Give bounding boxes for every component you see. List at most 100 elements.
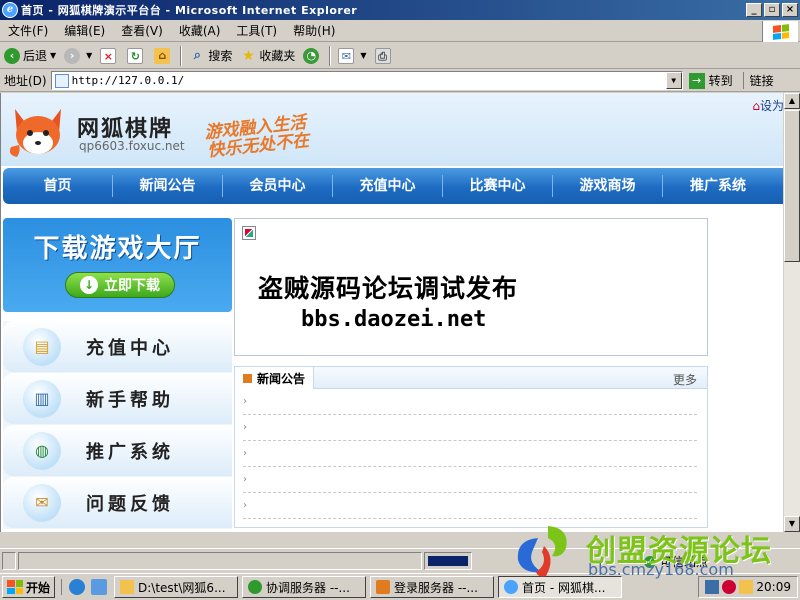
back-button[interactable]: ‹ 后退 ▼ bbox=[0, 45, 60, 67]
search-button[interactable]: ⌕ 搜索 bbox=[185, 45, 236, 67]
home-button[interactable]: ⌂ bbox=[150, 45, 177, 67]
list-item[interactable]: › bbox=[243, 493, 697, 519]
mail-button[interactable]: ✉ ▼ bbox=[334, 45, 370, 67]
site-domain: qp6603.foxuc.net bbox=[79, 139, 185, 153]
refresh-icon: ↻ bbox=[127, 47, 144, 64]
nav-promotion[interactable]: 推广系统 bbox=[663, 175, 773, 197]
check-icon: ✓ bbox=[644, 555, 656, 568]
stop-icon: × bbox=[100, 47, 117, 64]
list-item[interactable]: › bbox=[243, 467, 697, 493]
start-button[interactable]: 开始 bbox=[2, 576, 56, 598]
scroll-thumb[interactable] bbox=[784, 110, 800, 262]
side-item-feedback[interactable]: ✉ 问题反馈 bbox=[3, 477, 232, 528]
menu-view[interactable]: 查看(V) bbox=[113, 22, 171, 39]
progress-cell bbox=[424, 551, 472, 570]
menu-bar: 文件(F) 编辑(E) 查看(V) 收藏(A) 工具(T) 帮助(H) bbox=[0, 20, 800, 42]
download-panel: 下载游戏大厅 ↓ 立即下载 bbox=[3, 218, 232, 312]
mail-dropdown-icon[interactable]: ▼ bbox=[360, 51, 366, 60]
menu-help[interactable]: 帮助(H) bbox=[285, 22, 343, 39]
download-label: 立即下载 bbox=[104, 278, 160, 294]
fox-logo-icon bbox=[9, 109, 61, 157]
news-tab-label: 新闻公告 bbox=[257, 371, 306, 386]
refresh-button[interactable]: ↻ bbox=[123, 45, 150, 67]
list-item[interactable]: › bbox=[243, 415, 697, 441]
forward-dropdown-icon[interactable]: ▼ bbox=[86, 51, 92, 60]
banner: 盗贼源码论坛调试发布 bbs.daozei.net bbox=[234, 218, 708, 356]
show-desktop-icon[interactable] bbox=[91, 579, 108, 595]
favorites-button[interactable]: ★ 收藏夹 bbox=[236, 45, 299, 67]
task-explorer[interactable]: D:\test\网狐6... bbox=[114, 576, 239, 598]
envelope-icon: ✉ bbox=[23, 483, 61, 522]
print-button[interactable]: ⎙ bbox=[371, 45, 398, 67]
download-button[interactable]: ↓ 立即下载 bbox=[65, 272, 175, 298]
status-bar: ✓ 可信站点 bbox=[0, 548, 800, 572]
nav-home[interactable]: 首页 bbox=[3, 175, 113, 197]
quick-launch bbox=[61, 579, 110, 595]
security-icon[interactable] bbox=[722, 580, 737, 594]
mail-icon: ✉ bbox=[338, 47, 355, 64]
nav-recharge[interactable]: 充值中心 bbox=[333, 175, 443, 197]
set-home-link[interactable]: ⌂设为 bbox=[752, 97, 783, 114]
nav-match[interactable]: 比赛中心 bbox=[443, 175, 553, 197]
go-arrow-icon: → bbox=[688, 72, 705, 89]
task-login-server[interactable]: 登录服务器 --... bbox=[370, 576, 495, 598]
scroll-down-icon[interactable]: ▼ bbox=[784, 516, 800, 532]
windows-flag-icon bbox=[7, 580, 23, 594]
nav-shop[interactable]: 游戏商场 bbox=[553, 175, 663, 197]
clock: 20:09 bbox=[756, 580, 791, 594]
scroll-up-icon[interactable]: ▲ bbox=[784, 93, 800, 109]
forward-button[interactable]: › ▼ bbox=[60, 45, 96, 67]
menu-file[interactable]: 文件(F) bbox=[0, 22, 56, 39]
ie-quicklaunch-icon[interactable] bbox=[69, 579, 86, 595]
toolbar-separator bbox=[180, 45, 183, 66]
minimize-button[interactable]: _ bbox=[746, 3, 762, 17]
vertical-scrollbar[interactable]: ▲ ▼ bbox=[783, 93, 800, 532]
server-icon bbox=[376, 580, 391, 594]
back-dropdown-icon[interactable]: ▼ bbox=[50, 51, 56, 60]
menu-tools[interactable]: 工具(T) bbox=[228, 22, 285, 39]
chevron-right-icon: › bbox=[243, 474, 247, 485]
maximize-button[interactable]: ▫ bbox=[764, 3, 780, 17]
list-item[interactable]: › bbox=[243, 441, 697, 467]
taskbar: 开始 D:\test\网狐6... 协调服务器 --... 登录服务器 --..… bbox=[0, 573, 800, 600]
chevron-right-icon: › bbox=[243, 396, 247, 407]
search-label: 搜索 bbox=[208, 49, 233, 63]
network-icon[interactable] bbox=[705, 580, 720, 594]
address-dropdown-icon[interactable]: ▼ bbox=[665, 72, 682, 89]
favorites-label: 收藏夹 bbox=[259, 49, 296, 63]
side-menu: ▤ 充值中心 ▥ 新手帮助 ◍ 推广系统 ✉ 问题反馈 bbox=[3, 321, 232, 529]
security-zone: ✓ 可信站点 bbox=[644, 553, 708, 570]
side-item-label: 新手帮助 bbox=[86, 389, 174, 411]
side-item-promotion[interactable]: ◍ 推广系统 bbox=[3, 425, 232, 476]
news-more-link[interactable]: 更多 bbox=[673, 371, 697, 388]
close-button[interactable]: × bbox=[782, 3, 798, 17]
task-coord-server[interactable]: 协调服务器 --... bbox=[242, 576, 367, 598]
news-tab[interactable]: 新闻公告 bbox=[235, 367, 315, 389]
volume-icon[interactable] bbox=[739, 580, 754, 594]
links-button[interactable]: 链接 bbox=[742, 72, 774, 89]
nav-member[interactable]: 会员中心 bbox=[223, 175, 333, 197]
progress-bar bbox=[428, 555, 468, 566]
windows-logo-icon bbox=[762, 21, 798, 42]
stop-button[interactable]: × bbox=[96, 45, 123, 67]
list-item[interactable]: › bbox=[243, 389, 697, 415]
side-item-label: 推广系统 bbox=[86, 441, 174, 463]
book-icon: ▥ bbox=[23, 379, 61, 418]
history-button[interactable]: ◔ bbox=[299, 45, 326, 67]
nav-news[interactable]: 新闻公告 bbox=[113, 175, 223, 197]
menu-edit[interactable]: 编辑(E) bbox=[56, 22, 113, 39]
menu-favorites[interactable]: 收藏(A) bbox=[171, 22, 229, 39]
task-ie-window[interactable]: 首页 - 网狐棋... bbox=[498, 576, 623, 598]
side-item-label: 充值中心 bbox=[86, 337, 174, 359]
address-input[interactable]: http://127.0.0.1/ ▼ bbox=[50, 71, 683, 90]
print-icon: ⎙ bbox=[374, 47, 391, 64]
banner-line2: bbs.daozei.net bbox=[301, 307, 487, 332]
go-button[interactable]: → 转到 bbox=[688, 72, 733, 89]
news-panel: 新闻公告 更多 › › › › › bbox=[234, 366, 708, 528]
status-text-cell bbox=[18, 551, 422, 570]
side-item-recharge[interactable]: ▤ 充值中心 bbox=[3, 321, 232, 372]
side-item-help[interactable]: ▥ 新手帮助 bbox=[3, 373, 232, 424]
toolbar: ‹ 后退 ▼ › ▼ × ↻ ⌂ ⌕ 搜索 ★ 收藏夹 ◔ ✉ ▼ ⎙ bbox=[0, 43, 800, 69]
server-icon bbox=[248, 580, 263, 594]
address-url[interactable]: http://127.0.0.1/ bbox=[72, 74, 185, 87]
